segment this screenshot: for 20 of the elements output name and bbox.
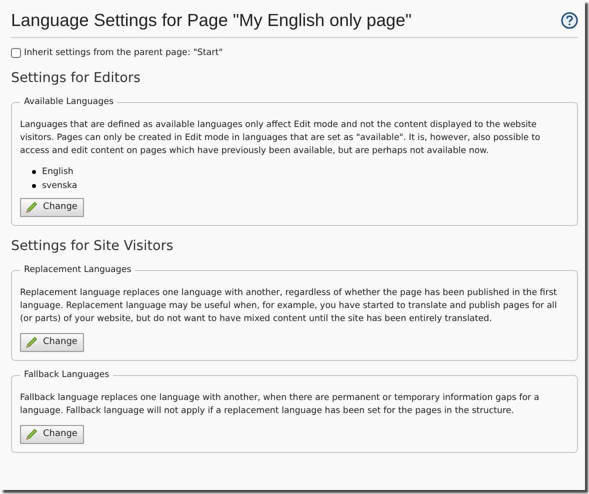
pencil-icon bbox=[25, 336, 38, 349]
group-description: Languages that are defined as available languages only affect Edit mode and not the content displayed to the website visitors. Pages can only be created in Edit mode in languages that are set as "available". It is, however, also possible to access and edit content on pages which have previously been available, but are perhaps not available now. bbox=[20, 119, 542, 158]
inherit-checkbox[interactable] bbox=[11, 48, 21, 58]
help-icon[interactable] bbox=[561, 12, 578, 29]
change-button[interactable]: Change bbox=[20, 425, 84, 444]
section-heading: Settings for Site Visitors bbox=[11, 238, 174, 254]
pencil-icon bbox=[25, 201, 38, 214]
group-description: Replacement language replaces one language with another, regardless of whether the page has been published in the first language. Replacement language may be useful when, for example, you have started to translate and publish pages for all (or parts) of your website, but do not want to have mixed content until the site has been entirely translated. bbox=[20, 287, 558, 326]
language-item: svenska bbox=[42, 180, 78, 193]
language-item: English bbox=[42, 166, 74, 179]
page-title: Language Settings for Page "My English only page" bbox=[11, 10, 412, 31]
change-button[interactable]: Change bbox=[20, 198, 84, 217]
group-description: Fallback language replaces one language with another, when there are permanent or temporary information gaps for a language. Fallback language will not apply if a replacement language has been set for the pages in the structure. bbox=[20, 392, 540, 418]
group-legend: Available Languages bbox=[20, 96, 118, 109]
inherit-label: Inherit settings from the parent page: "Start" bbox=[24, 48, 223, 58]
change-button[interactable]: Change bbox=[20, 333, 84, 352]
section-heading: Settings for Editors bbox=[11, 70, 142, 86]
pencil-icon bbox=[25, 428, 38, 441]
group-legend: Replacement Languages bbox=[20, 264, 136, 277]
group-legend: Fallback Languages bbox=[20, 369, 114, 382]
